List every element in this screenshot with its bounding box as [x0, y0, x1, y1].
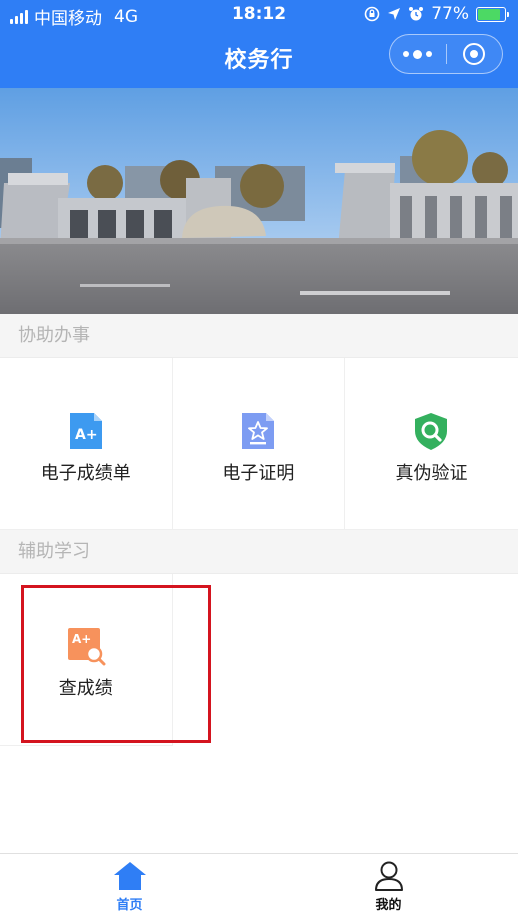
certificate-label: 电子证明 [222, 463, 295, 484]
campus-banner[interactable] [0, 88, 518, 314]
profile-icon [374, 861, 403, 891]
certificate-item[interactable]: 电子证明 [173, 358, 346, 529]
verify-item[interactable]: 真伪验证 [345, 358, 518, 529]
close-button[interactable] [446, 35, 502, 73]
highlight-box [21, 585, 211, 743]
status-bar: 中国移动 4G 18:12 77% [0, 0, 518, 30]
verify-label: 真伪验证 [395, 463, 468, 484]
tab-profile[interactable]: 我的 [259, 854, 518, 920]
alarm-icon [409, 7, 424, 21]
transcript-label: 电子成绩单 [40, 463, 131, 484]
home-icon [113, 862, 146, 890]
close-icon [463, 43, 486, 65]
location-icon [388, 8, 401, 20]
tab-profile-label: 我的 [375, 898, 402, 913]
battery-icon [476, 6, 509, 22]
mini-program-capsule [389, 34, 503, 74]
verify-shield-icon [415, 413, 448, 450]
svg-text:A+: A+ [75, 427, 98, 443]
tab-home[interactable]: 首页 [0, 854, 259, 920]
section-title-study: 辅助学习 [0, 530, 518, 574]
transcript-icon: A+ [69, 413, 102, 449]
transcript-item[interactable]: A+ 电子成绩单 [0, 358, 173, 529]
certificate-icon [242, 413, 275, 449]
section-title-assist: 协助办事 [0, 314, 518, 358]
tab-home-label: 首页 [116, 898, 143, 913]
battery-fill [478, 8, 500, 20]
rotation-lock-icon [364, 6, 380, 22]
assist-grid: A+ 电子成绩单 电子证明 真伪验证 [0, 358, 518, 530]
more-button[interactable] [390, 35, 446, 73]
tab-bar: 首页 我的 [0, 853, 518, 920]
campus-gate-image [0, 88, 518, 314]
header: 中国移动 4G 18:12 77% 校务行 [0, 0, 518, 88]
battery-percent: 77% [431, 4, 469, 24]
status-right: 77% [364, 4, 509, 24]
